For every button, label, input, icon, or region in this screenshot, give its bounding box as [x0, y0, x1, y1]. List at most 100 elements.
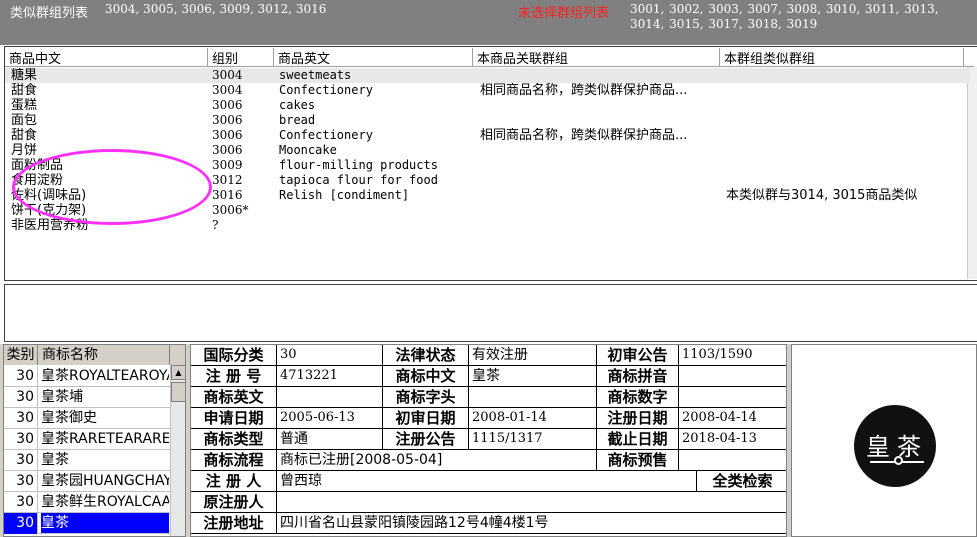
- group-header: 类似群组列表 3004, 3005, 3006, 3009, 3012, 301…: [0, 0, 977, 45]
- goods-group-cell: 3016: [212, 188, 243, 202]
- reg-no-key: 注 册 号: [191, 366, 277, 386]
- goods-row[interactable]: 面包 3006 bread: [5, 113, 970, 128]
- reg-date-value: 2008-04-14: [682, 410, 757, 425]
- apply-date-value: 2005-06-13: [277, 408, 383, 428]
- col-class[interactable]: 类别: [4, 345, 38, 365]
- prelim-date-value: 2008-01-14: [469, 408, 597, 428]
- orig-registrant-value: [277, 492, 786, 512]
- goods-group-cell: 3004: [212, 68, 243, 82]
- goods-en-cell: tapioca flour for food: [279, 173, 438, 187]
- mark-pinyin-value: [679, 366, 786, 386]
- trademark-area: 类别 商标名称 30 皇茶ROYALTEAROYA 30 皇茶埔 30 皇茶御史 30 皇茶R…: [0, 344, 977, 537]
- goods-en-cell: Mooncake: [279, 143, 337, 157]
- goods-en-cell: Relish [condiment]: [279, 188, 410, 202]
- trademark-row[interactable]: 30 皇茶RARETEARARET: [4, 429, 170, 450]
- orig-registrant-key: 原注册人: [191, 492, 277, 512]
- mark-cn-key: 商标中文: [383, 366, 469, 386]
- similar-group-label: 类似群组列表: [10, 6, 89, 21]
- mark-type-key: 商标类型: [191, 429, 277, 449]
- info-panel: [4, 284, 977, 342]
- similar-group-codes: 3004, 3005, 3006, 3009, 3012, 3016: [105, 2, 327, 16]
- goods-row[interactable]: 糖果 3004 sweetmeats: [5, 68, 970, 83]
- goods-group-cell: 3006: [212, 113, 243, 127]
- detail-row: 商标类型 普通 注册公告 1115/1317 截止日期 2018-04-13: [191, 429, 786, 450]
- trademark-row[interactable]: 30 皇茶御史: [4, 408, 170, 429]
- detail-row: 注 册 人 曾西琼 全类检索: [191, 471, 786, 492]
- legal-status-key: 法律状态: [383, 345, 469, 365]
- mark-digits-key: 商标数字: [597, 387, 679, 407]
- detail-row: 商标流程 商标已注册[2008-05-04] 商标预售: [191, 450, 786, 471]
- goods-cn-cell: 食用淀粉: [11, 173, 64, 188]
- trademark-image-panel: 皇 茶: [791, 344, 977, 537]
- goods-row[interactable]: 月饼 3006 Mooncake: [5, 143, 970, 158]
- apply-date-key: 申请日期: [191, 408, 277, 428]
- goods-cn-cell: 糖果: [11, 68, 38, 83]
- trademark-class-cell: 30: [4, 513, 38, 534]
- trademark-row[interactable]: 30 皇茶: [4, 513, 170, 534]
- col-group[interactable]: 组别: [208, 48, 274, 67]
- trademark-name-cell: 皇茶园HUANGCHAYU: [41, 473, 169, 489]
- goods-cn-cell: 非医用营养粉: [11, 218, 90, 233]
- goods-row[interactable]: 面粉制品 3009 flour-milling products: [5, 158, 970, 173]
- trademark-list-scrollbar[interactable]: ▲: [170, 365, 185, 536]
- logo-ring: [894, 456, 903, 465]
- mark-en-value: [277, 387, 383, 407]
- reg-no-value: 4713221: [277, 366, 383, 386]
- trademark-row[interactable]: 30 皇茶园HUANGCHAYU: [4, 471, 170, 492]
- goods-table-header: 商品中文 组别 商品英文 本商品关联群组 本群组类似群组: [5, 47, 974, 67]
- goods-cn-cell: 蛋糕: [11, 98, 38, 113]
- prelim-pub-key: 初审公告: [597, 345, 679, 365]
- reg-pub-value: 1115/1317: [469, 429, 597, 449]
- reg-pub-key: 注册公告: [383, 429, 469, 449]
- mark-type-value: 普通: [277, 429, 383, 449]
- col-goods-cn[interactable]: 商品中文: [5, 48, 208, 67]
- scroll-up-icon[interactable]: ▲: [171, 365, 185, 380]
- goods-row[interactable]: 甜食 3006 Confectionery 相同商品名称，跨类似群保护商品...: [5, 128, 970, 143]
- goods-group-cell: 3006: [212, 128, 243, 142]
- warning-value: [679, 450, 786, 470]
- goods-group-cell: ?: [212, 218, 219, 232]
- expiry-value: 2018-04-13: [682, 431, 757, 446]
- logo-char-1: 皇: [866, 433, 890, 461]
- col-trademark-name[interactable]: 商标名称: [38, 345, 170, 365]
- flow-value: 商标已注册[2008-05-04]: [277, 450, 597, 470]
- detail-row: 原注册人: [191, 492, 786, 513]
- prelim-pub-value: 1103/1590: [682, 347, 753, 362]
- trademark-name-cell: 皇茶御史: [41, 410, 97, 426]
- detail-row: 申请日期 2005-06-13 初审日期 2008-01-14 注册日期 200…: [191, 408, 786, 429]
- scroll-thumb[interactable]: [171, 382, 185, 402]
- trademark-row[interactable]: 30 皇茶ROYALTEAROYA: [4, 366, 170, 387]
- goods-row[interactable]: 饼干(克力架) 3006*: [5, 203, 970, 218]
- mark-initial-value: [469, 387, 597, 407]
- trademark-row[interactable]: 30 皇茶埔: [4, 387, 170, 408]
- goods-row[interactable]: 甜食 3004 Confectionery 相同商品名称，跨类似群保护商品...: [5, 83, 970, 98]
- full-search-button[interactable]: 全类检索: [697, 471, 786, 491]
- goods-cn-cell: 甜食: [11, 83, 38, 98]
- trademark-row[interactable]: 30 皇茶: [4, 450, 170, 471]
- mark-digits-value: [679, 387, 786, 407]
- goods-group-cell: 3009: [212, 158, 243, 172]
- legal-status-value: 有效注册: [469, 345, 597, 365]
- trademark-name-cell: 皇茶: [41, 513, 169, 533]
- col-similar-group[interactable]: 本群组类似群组: [720, 48, 964, 67]
- col-related-group[interactable]: 本商品关联群组: [473, 48, 720, 67]
- goods-group-table[interactable]: 商品中文 组别 商品英文 本商品关联群组 本群组类似群组 糖果 3004 sweet…: [4, 46, 977, 281]
- trademark-row[interactable]: 30 皇茶鲜生ROYALCAA: [4, 492, 170, 513]
- goods-row[interactable]: 佐料(调味品) 3016 Relish [condiment] 本类似群与3014, …: [5, 188, 970, 203]
- detail-row: 国际分类 30 法律状态 有效注册 初审公告 1103/1590: [191, 345, 786, 366]
- trademark-class-cell: 30: [4, 450, 38, 471]
- trademark-class-cell: 30: [4, 366, 38, 387]
- col-goods-en[interactable]: 商品英文: [274, 48, 473, 67]
- goods-row[interactable]: 非医用营养粉?: [5, 218, 970, 233]
- unselected-group-codes: 3001, 3002, 3003, 3007, 3008, 3010, 3011…: [630, 2, 939, 31]
- goods-row[interactable]: 食用淀粉 3012 tapioca flour for food: [5, 173, 970, 188]
- trademark-list[interactable]: 类别 商标名称 30 皇茶ROYALTEAROYA 30 皇茶埔 30 皇茶御史 30 皇茶R…: [3, 344, 186, 537]
- trademark-name-cell: 皇茶RARETEARARET: [41, 431, 169, 447]
- goods-cn-cell: 月饼: [11, 143, 38, 158]
- trademark-name-cell: 皇茶ROYALTEAROYA: [41, 368, 169, 384]
- trademark-class-cell: 30: [4, 429, 38, 450]
- goods-related-cell: 相同商品名称，跨类似群保护商品...: [480, 83, 688, 98]
- registrant-key: 注 册 人: [191, 471, 277, 491]
- flow-key: 商标流程: [191, 450, 277, 470]
- goods-row[interactable]: 蛋糕 3006 cakes: [5, 98, 970, 113]
